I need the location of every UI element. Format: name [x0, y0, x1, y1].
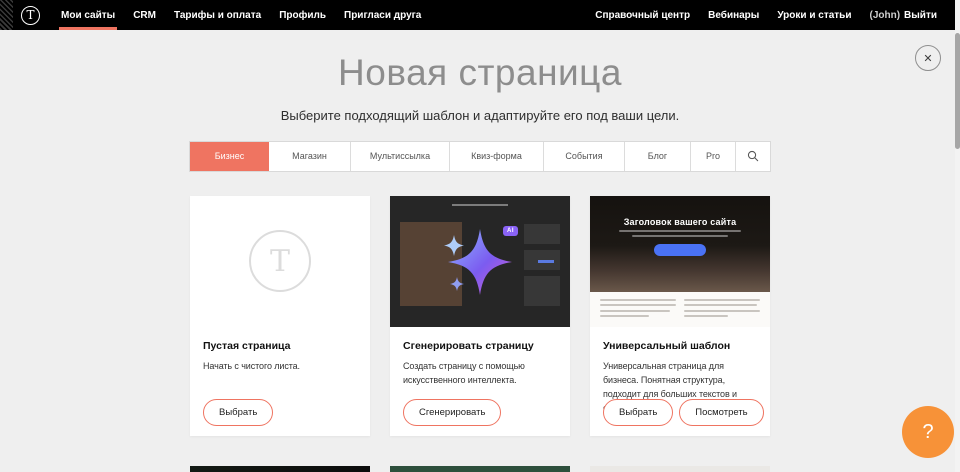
ai-sparkle-illustration: [390, 196, 570, 327]
partial-template-card[interactable]: [590, 466, 770, 472]
question-mark-icon: ?: [922, 421, 933, 443]
nav-crm[interactable]: CRM: [124, 0, 165, 30]
greeked-text-line: [684, 299, 760, 301]
nav-logout[interactable]: (John) Выйти: [860, 0, 946, 30]
corner-pattern-decoration: [0, 0, 13, 30]
secondary-nav: Справочный центр Вебинары Уроки и статьи…: [586, 0, 946, 30]
template-card-universal: Заголовок вашего сайта: [590, 196, 770, 436]
card-actions: Сгенерировать: [403, 399, 501, 426]
template-card-grid: T Пустая страница Начать с чистого листа…: [190, 196, 770, 436]
ai-badge: AI: [503, 226, 518, 236]
page-scrollbar: [955, 0, 960, 472]
card-actions: Выбрать: [203, 399, 273, 426]
card-title: Сгенерировать страницу: [403, 340, 557, 352]
greeked-text-column: [600, 299, 676, 327]
nav-invite-friend[interactable]: Пригласи друга: [335, 0, 430, 30]
partial-template-card[interactable]: [390, 466, 570, 472]
blank-page-preview: T: [190, 196, 370, 327]
tilda-logo-watermark: T: [249, 230, 311, 292]
tilda-logo[interactable]: T: [21, 6, 40, 25]
preview-hero-section: Заголовок вашего сайта: [590, 196, 770, 292]
select-universal-button[interactable]: Выбрать: [603, 399, 673, 426]
card-title: Пустая страница: [203, 340, 357, 352]
preview-text-section: [590, 292, 770, 327]
page-title: Новая страница: [0, 30, 960, 94]
tab-multilink[interactable]: Мультиссылка: [350, 142, 449, 171]
primary-nav: Мои сайты CRM Тарифы и оплата Профиль Пр…: [52, 0, 430, 30]
greeked-text-line: [684, 304, 757, 306]
preview-heading: Заголовок вашего сайта: [590, 196, 770, 227]
greeked-text-line: [600, 315, 649, 317]
tab-events[interactable]: События: [543, 142, 624, 171]
template-search-button[interactable]: [735, 142, 770, 171]
nav-lessons[interactable]: Уроки и статьи: [768, 0, 860, 30]
greeked-text-line: [619, 230, 741, 232]
tab-business[interactable]: Бизнес: [190, 142, 269, 171]
ai-generate-preview: AI: [390, 196, 570, 327]
new-page-modal: ✕ Новая страница Выберите подходящий шаб…: [0, 30, 960, 472]
tab-quiz-form[interactable]: Квиз-форма: [449, 142, 543, 171]
greeked-text-line: [600, 304, 676, 306]
preview-cta-button[interactable]: [654, 244, 706, 256]
current-user-name: (John): [869, 10, 900, 21]
nav-my-sites[interactable]: Мои сайты: [52, 0, 124, 30]
tab-pro[interactable]: Pro: [690, 142, 735, 171]
card-body: Пустая страница Начать с чистого листа.: [190, 327, 370, 374]
tilda-logo-letter: T: [26, 8, 34, 22]
tab-store[interactable]: Магазин: [269, 142, 350, 171]
close-button[interactable]: ✕: [915, 45, 941, 71]
card-description: Создать страницу с помощью искусственног…: [403, 360, 557, 388]
logout-label: Выйти: [904, 10, 937, 21]
template-category-tabs: Бизнес Магазин Мультиссылка Квиз-форма С…: [189, 141, 771, 172]
universal-template-preview: Заголовок вашего сайта: [590, 196, 770, 327]
greeked-text-line: [684, 310, 760, 312]
next-template-row-partial: [190, 466, 770, 472]
greeked-text-line: [632, 235, 728, 237]
greeked-text-line: [600, 310, 670, 312]
app-window: T Мои сайты CRM Тарифы и оплата Профиль …: [0, 0, 960, 472]
nav-profile[interactable]: Профиль: [270, 0, 335, 30]
ai-star-icon: [420, 213, 540, 309]
generate-page-button[interactable]: Сгенерировать: [403, 399, 501, 426]
view-universal-button[interactable]: Посмотреть: [679, 399, 763, 426]
watermark-letter: T: [270, 244, 290, 279]
search-icon: [747, 150, 759, 162]
card-body: Сгенерировать страницу Создать страницу …: [390, 327, 570, 388]
greeked-text-line: [600, 299, 676, 301]
card-title: Универсальный шаблон: [603, 340, 757, 352]
close-icon: ✕: [923, 52, 932, 65]
card-description: Начать с чистого листа.: [203, 360, 357, 374]
card-actions: Выбрать Посмотреть: [603, 399, 764, 426]
tab-blog[interactable]: Блог: [624, 142, 690, 171]
template-card-ai-generate: AI Сгенерировать страницу Создать страни…: [390, 196, 570, 436]
template-card-blank-page: T Пустая страница Начать с чистого листа…: [190, 196, 370, 436]
nav-help-center[interactable]: Справочный центр: [586, 0, 699, 30]
nav-webinars[interactable]: Вебинары: [699, 0, 768, 30]
page-subtitle: Выберите подходящий шаблон и адаптируйте…: [0, 108, 960, 123]
greeked-text-column: [684, 299, 760, 327]
top-navigation-bar: T Мои сайты CRM Тарифы и оплата Профиль …: [0, 0, 960, 30]
scrollbar-thumb[interactable]: [955, 33, 960, 149]
partial-template-card[interactable]: [190, 466, 370, 472]
nav-pricing[interactable]: Тарифы и оплата: [165, 0, 270, 30]
help-button[interactable]: ?: [902, 406, 954, 458]
greeked-text-line: [684, 315, 728, 317]
select-blank-button[interactable]: Выбрать: [203, 399, 273, 426]
